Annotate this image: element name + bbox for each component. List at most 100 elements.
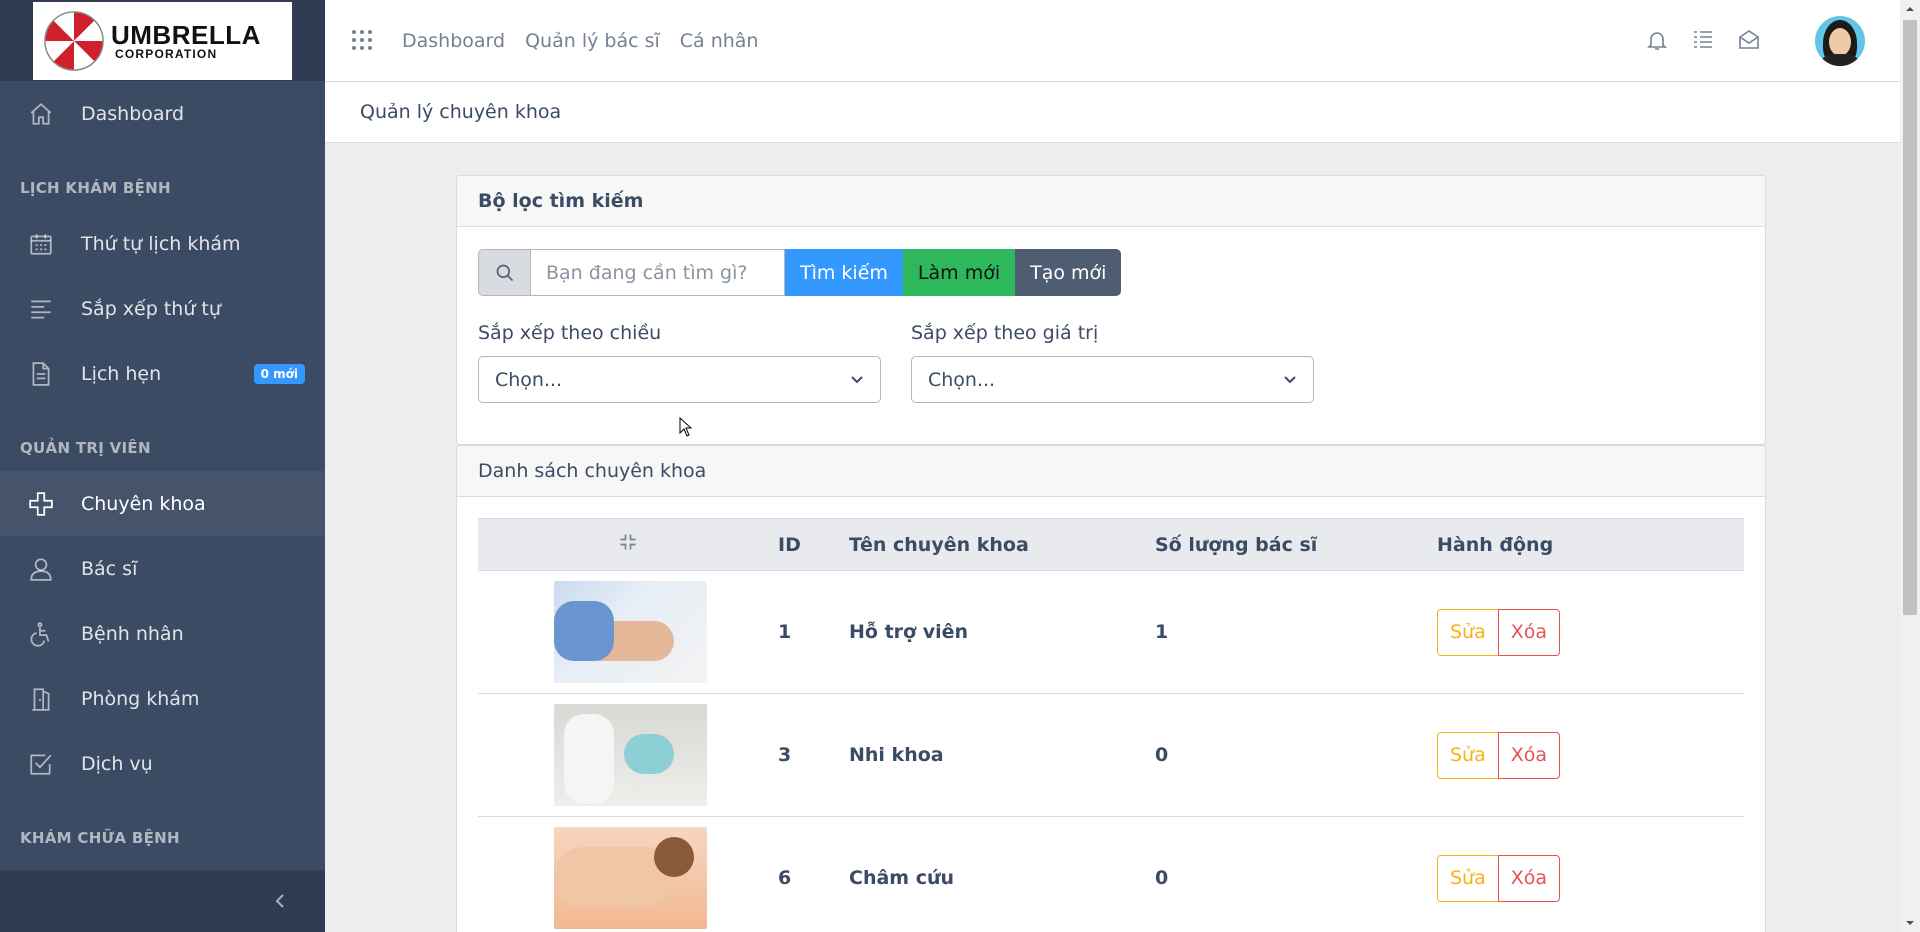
sidebar-item-label: Thứ tự lịch khám <box>81 232 241 255</box>
header-link-dashboard[interactable]: Dashboard <box>402 30 505 52</box>
check-square-icon <box>27 750 55 778</box>
door-icon <box>27 685 55 713</box>
table-row: 6 Châm cứu 0 Sửa Xóa <box>478 817 1744 932</box>
envelope-icon[interactable] <box>1737 28 1763 54</box>
scroll-up-arrow[interactable] <box>1900 0 1920 18</box>
task-list-icon[interactable] <box>1691 28 1717 54</box>
sidebar-item-services[interactable]: Dịch vụ <box>0 731 325 796</box>
bell-icon[interactable] <box>1645 28 1671 54</box>
collapse-column-header[interactable] <box>478 518 778 571</box>
specialty-name: Hỗ trợ viên <box>849 570 1155 694</box>
brand[interactable]: UMBRELLA CORPORATION <box>0 0 325 81</box>
edit-button[interactable]: Sửa <box>1437 854 1499 902</box>
mouse-cursor-icon <box>679 417 693 437</box>
delete-button[interactable]: Xóa <box>1497 608 1561 656</box>
row-actions: Sửa Xóa <box>1437 608 1744 656</box>
sidebar-item-doctors[interactable]: Bác sĩ <box>0 536 325 601</box>
triangle-up-icon <box>1906 7 1914 11</box>
scroll-down-arrow[interactable] <box>1900 914 1920 932</box>
chevron-left-icon <box>275 894 284 908</box>
home-icon <box>27 100 55 128</box>
sort-value-group: Sắp xếp theo giá trị Chọn... <box>911 322 1314 403</box>
specialty-id: 6 <box>778 867 792 890</box>
sort-direction-select[interactable]: Chọn... <box>478 356 881 403</box>
refresh-button[interactable]: Làm mới <box>902 249 1016 296</box>
sidebar-item-clinics[interactable]: Phòng khám <box>0 666 325 731</box>
scrollbar-thumb[interactable] <box>1903 20 1917 615</box>
search-input[interactable] <box>531 249 785 296</box>
calendar-icon <box>27 230 55 258</box>
umbrella-logo-icon <box>44 10 104 71</box>
wheelchair-icon <box>27 620 55 648</box>
filter-card: Bộ lọc tìm kiếm Tìm kiếm Làm mới Tạo mới… <box>456 175 1766 445</box>
sidebar-nav: Dashboard LỊCH KHÁM BỆNH Thứ tự lịch khá… <box>0 81 325 861</box>
sort-value-label: Sắp xếp theo giá trị <box>911 322 1099 344</box>
sidebar-item-label: Bác sĩ <box>81 557 138 580</box>
sidebar-minimize-button[interactable] <box>0 870 325 932</box>
umbrella-logo[interactable]: UMBRELLA CORPORATION <box>33 1 292 80</box>
table-row: 1 Hỗ trợ viên 1 Sửa Xóa <box>478 570 1744 694</box>
sort-value-select[interactable]: Chọn... <box>911 356 1314 403</box>
sort-value-value: Chọn... <box>928 368 996 391</box>
row-actions: Sửa Xóa <box>1437 854 1744 902</box>
specialty-list-card: Danh sách chuyên khoa ID Tên chuyên khoa… <box>456 445 1766 932</box>
specialty-doctor-count: 0 <box>1155 867 1169 890</box>
logo-subname: CORPORATION <box>115 46 218 61</box>
sidebar-item-appointment-order[interactable]: Thứ tự lịch khám <box>0 211 325 276</box>
delete-button[interactable]: Xóa <box>1497 731 1561 779</box>
search-icon <box>496 264 513 281</box>
specialty-name: Châm cứu <box>849 867 955 890</box>
header-actions <box>1645 0 1865 82</box>
sidebar-item-appointments[interactable]: Lịch hẹn 0 mới <box>0 341 325 406</box>
create-button[interactable]: Tạo mới <box>1015 249 1122 296</box>
list-icon <box>27 295 55 323</box>
apps-grid-button[interactable] <box>350 28 376 54</box>
specialty-image <box>554 581 707 683</box>
edit-button[interactable]: Sửa <box>1437 731 1499 779</box>
specialty-doctor-count: 0 <box>1155 693 1437 817</box>
user-avatar[interactable] <box>1815 16 1865 66</box>
table-header-row: ID Tên chuyên khoa Số lượng bác sĩ Hành … <box>478 518 1744 571</box>
breadcrumb-current: Quản lý chuyên khoa <box>360 101 562 123</box>
page-scrollbar[interactable] <box>1900 0 1920 932</box>
row-actions: Sửa Xóa <box>1437 731 1744 779</box>
sidebar-item-label: Sắp xếp thứ tự <box>81 297 221 320</box>
specialty-id: 1 <box>778 570 849 694</box>
sidebar-item-specialties[interactable]: Chuyên khoa <box>0 471 325 536</box>
search-addon <box>478 249 531 296</box>
column-header-doctors: Số lượng bác sĩ <box>1155 518 1437 571</box>
specialty-name: Nhi khoa <box>849 693 1155 817</box>
sidebar-item-dashboard[interactable]: Dashboard <box>0 81 325 146</box>
chevron-down-icon <box>1284 375 1296 383</box>
sidebar-item-label: Phòng khám <box>81 687 200 710</box>
column-header-name: Tên chuyên khoa <box>849 518 1155 571</box>
delete-button[interactable]: Xóa <box>1497 854 1561 902</box>
sidebar-item-label: Bệnh nhân <box>81 622 184 645</box>
header-link-doctor-management[interactable]: Quản lý bác sĩ <box>525 30 660 52</box>
grid-icon <box>352 29 372 50</box>
people-icon <box>27 555 55 583</box>
logo-name: UMBRELLA <box>111 19 261 50</box>
header-link-profile[interactable]: Cá nhân <box>680 30 759 52</box>
sidebar-section-treatment: KHÁM CHỮA BỆNH <box>20 829 180 847</box>
document-icon <box>27 360 55 388</box>
sidebar-item-label: Dịch vụ <box>81 752 153 775</box>
table-row: 3 Nhi khoa 0 Sửa Xóa <box>478 693 1744 817</box>
sidebar-item-label: Chuyên khoa <box>81 492 206 515</box>
sidebar-item-sort-order[interactable]: Sắp xếp thứ tự <box>0 276 325 341</box>
column-header-actions: Hành động <box>1437 518 1744 571</box>
edit-button[interactable]: Sửa <box>1437 608 1499 656</box>
sidebar-item-patients[interactable]: Bệnh nhân <box>0 601 325 666</box>
sort-direction-label: Sắp xếp theo chiều <box>478 322 662 344</box>
triangle-down-icon <box>1906 921 1914 925</box>
sidebar-section-admin: QUẢN TRỊ VIÊN <box>20 439 151 457</box>
new-appointments-badge: 0 mới <box>253 363 305 384</box>
collapse-icon[interactable] <box>618 534 638 557</box>
list-card-title: Danh sách chuyên khoa <box>457 446 1765 497</box>
specialty-doctor-count: 1 <box>1155 570 1437 694</box>
specialty-image <box>554 704 707 806</box>
search-button[interactable]: Tìm kiếm <box>785 249 903 296</box>
plus-icon <box>27 490 55 518</box>
sort-direction-value: Chọn... <box>495 368 563 391</box>
chevron-down-icon <box>851 375 863 383</box>
